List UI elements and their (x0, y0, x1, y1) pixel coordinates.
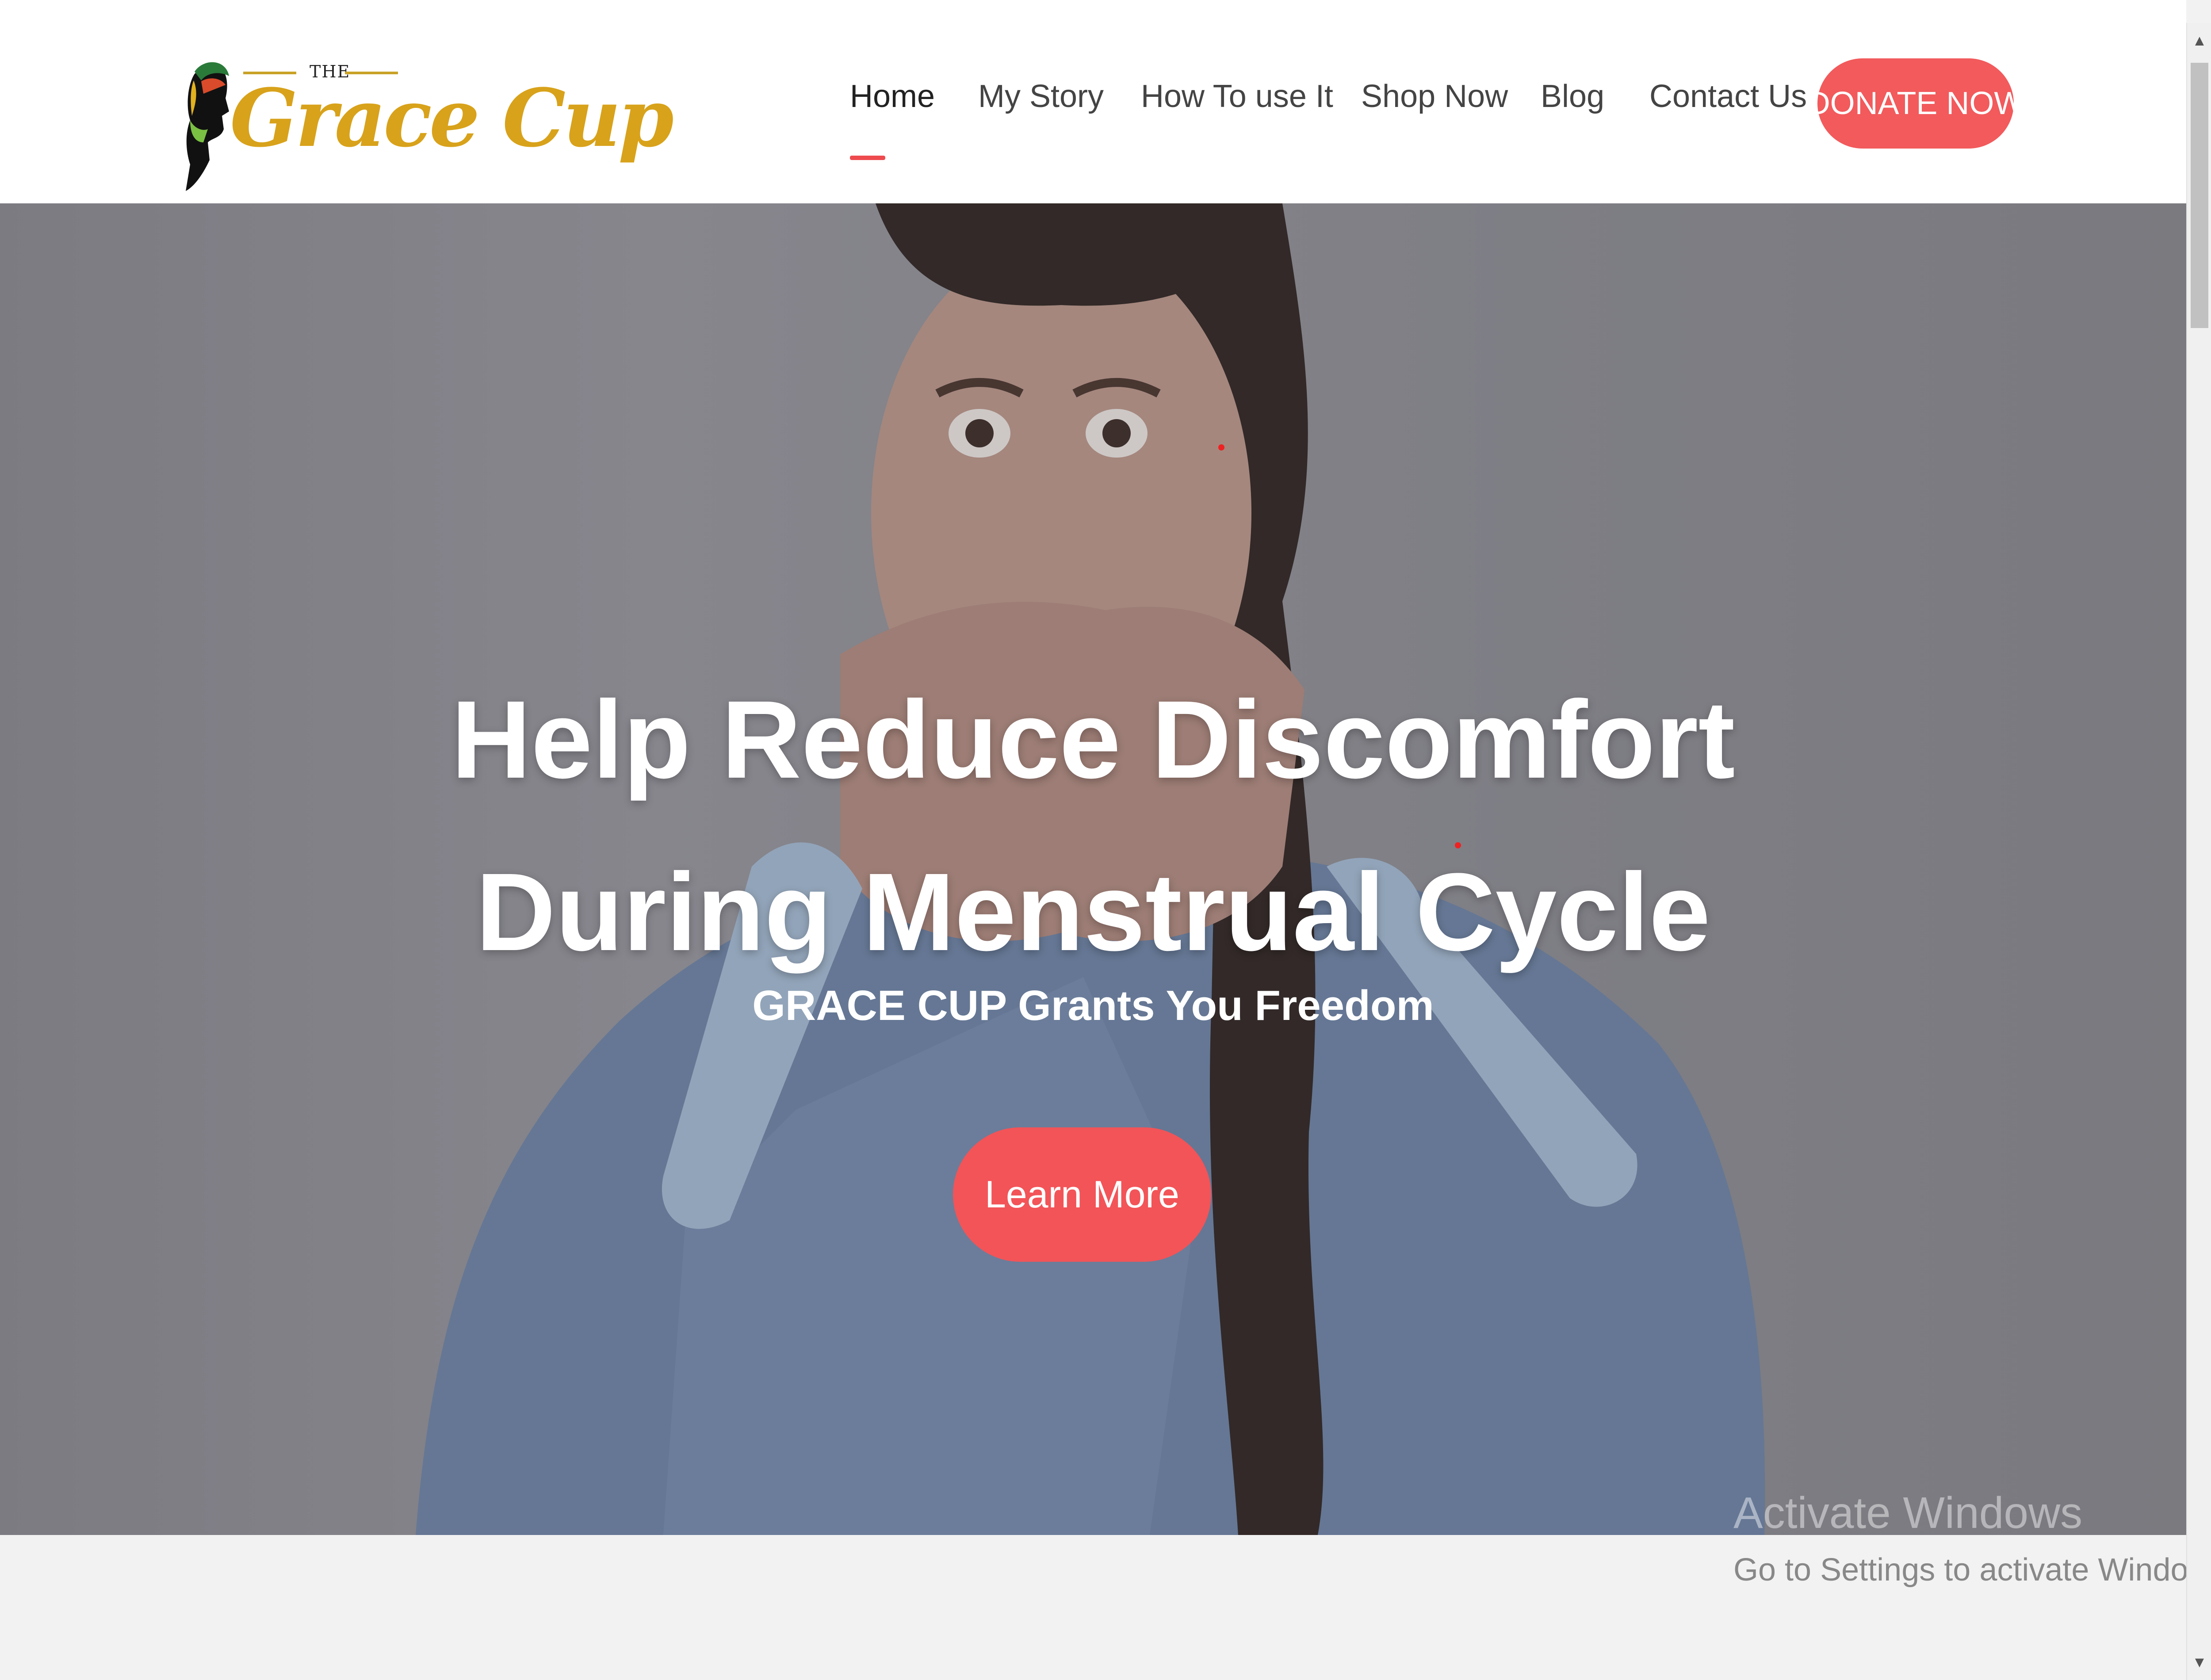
donate-now-button[interactable]: DONATE NOW (1807, 58, 2024, 149)
nav-blog[interactable]: Blog (1541, 78, 1604, 115)
hero-title-line-1: Help Reduce Discomfort (451, 677, 1735, 801)
vertical-scrollbar[interactable]: ▲ ▼ (2186, 23, 2211, 1680)
nav-my-story[interactable]: My Story (978, 78, 1104, 115)
red-dot (1218, 444, 1224, 451)
browser-top-edge (0, 0, 2186, 26)
learn-more-button[interactable]: Learn More (953, 1127, 1211, 1262)
hero-banner: Help Reduce Discomfort During Menstrual … (0, 203, 2186, 1535)
nav-shop-now[interactable]: Shop Now (1361, 78, 1508, 115)
activate-windows-title: Activate Windows (1733, 1488, 2083, 1538)
scroll-down-arrow-icon[interactable]: ▼ (2187, 1649, 2211, 1676)
hero-title: Help Reduce Discomfort During Menstrual … (0, 653, 2186, 998)
nav-home[interactable]: Home (850, 78, 935, 115)
activate-windows-subtitle: Go to Settings to activate Windows. (1733, 1552, 2211, 1588)
hero-subtitle: GRACE CUP Grants You Freedom (752, 982, 1434, 1029)
main-nav: Home My Story How To use It Shop Now Blo… (0, 23, 2186, 203)
nav-how-to-use-it[interactable]: How To use It (1141, 78, 1333, 115)
nav-contact-us[interactable]: Contact Us (1649, 78, 1807, 115)
hero-title-line-2: During Menstrual Cycle (475, 850, 1711, 974)
scroll-up-arrow-icon[interactable]: ▲ (2187, 27, 2211, 54)
nav-active-underline (850, 156, 885, 160)
scrollbar-thumb[interactable] (2191, 63, 2208, 328)
